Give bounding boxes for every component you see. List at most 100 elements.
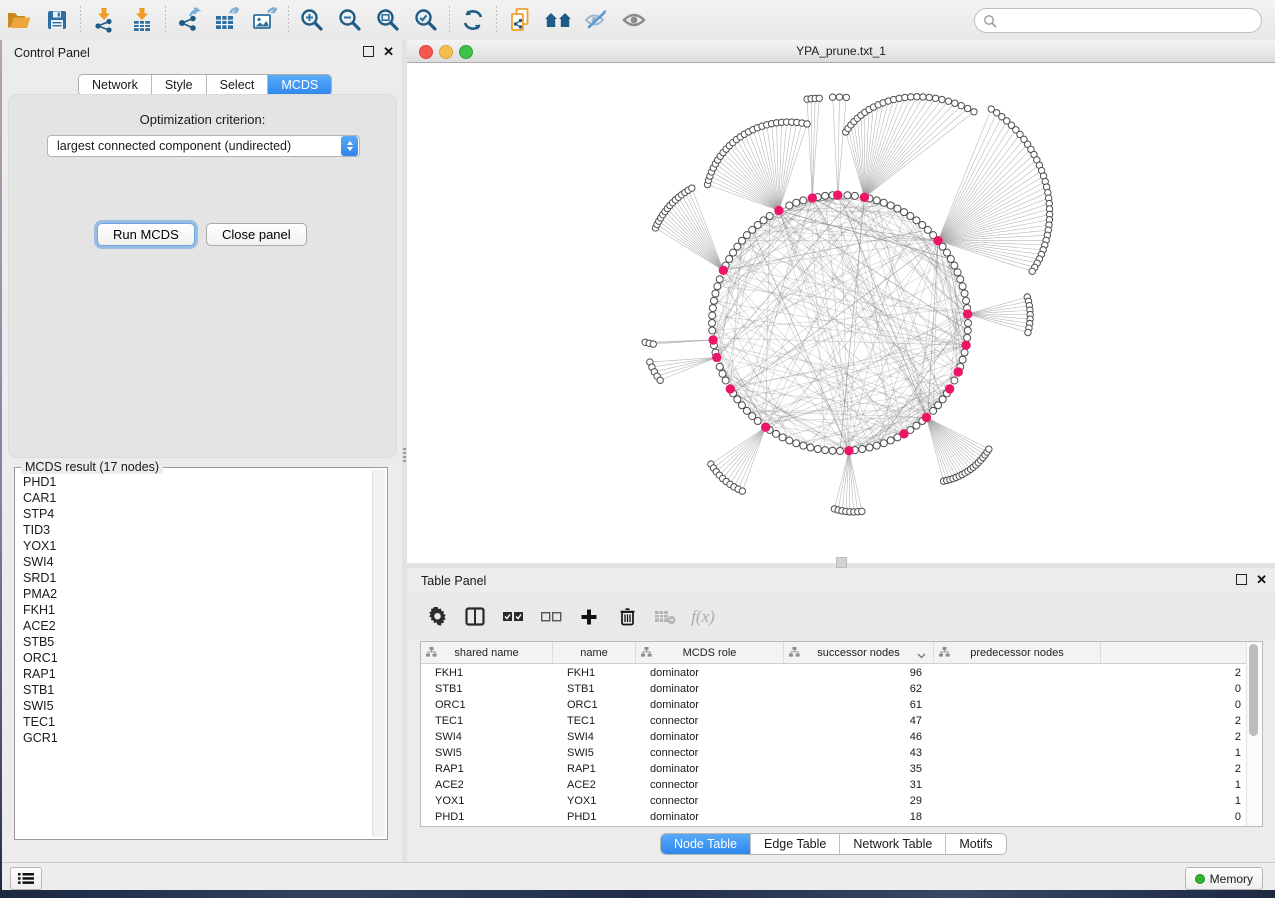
table-cell: dominator [636, 761, 784, 777]
show-all-icon[interactable] [615, 4, 653, 36]
column-header[interactable]: name [553, 642, 636, 663]
tab-select[interactable]: Select [207, 75, 269, 95]
export-network-icon[interactable] [170, 4, 208, 36]
table-cell: dominator [636, 809, 784, 825]
mcds-result-item[interactable]: TEC1 [23, 714, 371, 730]
table-cell: STB1 [553, 681, 636, 697]
first-neighbors-icon[interactable] [539, 4, 577, 36]
table-row[interactable]: YOX1YOX1connector291 [421, 793, 1249, 809]
table-cell: SWI5 [421, 745, 553, 761]
table-cell: dominator [636, 665, 784, 681]
split-view-icon[interactable] [461, 603, 489, 631]
close-panel-icon[interactable]: ✕ [1256, 575, 1267, 584]
float-panel-icon[interactable] [1236, 574, 1247, 585]
search-field[interactable] [974, 8, 1262, 33]
column-header[interactable]: successor nodes [784, 642, 934, 663]
function-builder-icon[interactable]: f(x) [689, 603, 717, 631]
delete-column-icon[interactable] [613, 603, 641, 631]
deselect-all-checkboxes-icon[interactable] [537, 603, 565, 631]
hide-selected-icon[interactable] [577, 4, 615, 36]
mcds-result-item[interactable]: RAP1 [23, 666, 371, 682]
mcds-result-item[interactable]: SWI4 [23, 554, 371, 570]
mcds-result-item[interactable]: STB1 [23, 682, 371, 698]
table-header-row: shared namenameMCDS rolesuccessor nodesp… [421, 642, 1249, 664]
table-cell: RAP1 [553, 761, 636, 777]
mcds-result-item[interactable]: STP4 [23, 506, 371, 522]
mcds-result-item[interactable]: STB5 [23, 634, 371, 650]
save-session-icon[interactable] [38, 4, 76, 36]
table-cell: SWI5 [553, 745, 636, 761]
mcds-result-item[interactable]: FKH1 [23, 602, 371, 618]
table-cell: connector [636, 713, 784, 729]
import-table-icon[interactable] [123, 4, 161, 36]
zoom-fit-icon[interactable] [369, 4, 407, 36]
search-icon [983, 14, 997, 28]
table-cell: 0 [934, 681, 1249, 697]
import-network-icon[interactable] [85, 4, 123, 36]
delete-table-icon[interactable] [651, 603, 679, 631]
close-panel-icon[interactable]: ✕ [383, 47, 394, 56]
mcds-result-item[interactable]: PMA2 [23, 586, 371, 602]
zoom-selected-icon[interactable] [407, 4, 445, 36]
settings-icon[interactable] [423, 603, 451, 631]
table-cell: 35 [784, 761, 934, 777]
run-mcds-button[interactable]: Run MCDS [97, 223, 195, 246]
mcds-result-item[interactable]: YOX1 [23, 538, 371, 554]
select-all-checkboxes-icon[interactable] [499, 603, 527, 631]
column-header[interactable]: shared name [421, 642, 553, 663]
open-file-icon[interactable] [0, 4, 38, 36]
column-header[interactable]: MCDS role [636, 642, 784, 663]
add-column-icon[interactable] [575, 603, 603, 631]
table-row[interactable]: ORC1ORC1dominator610 [421, 697, 1249, 713]
list-icon [18, 872, 34, 885]
network-titlebar[interactable]: YPA_prune.txt_1 [407, 40, 1275, 63]
memory-label: Memory [1210, 872, 1253, 886]
tab-edge-table[interactable]: Edge Table [751, 834, 840, 854]
search-input[interactable] [997, 13, 1261, 29]
tab-network-table[interactable]: Network Table [840, 834, 946, 854]
tab-motifs[interactable]: Motifs [946, 834, 1005, 854]
table-row[interactable]: ACE2ACE2connector311 [421, 777, 1249, 793]
table-scrollbar-thumb[interactable] [1249, 644, 1258, 736]
criterion-select[interactable]: largest connected component (undirected) [47, 135, 360, 157]
mcds-result-item[interactable]: PHD1 [23, 474, 371, 490]
mcds-result-item[interactable]: ACE2 [23, 618, 371, 634]
table-row[interactable]: RAP1RAP1dominator352 [421, 761, 1249, 777]
table-row[interactable]: SWI4SWI4dominator462 [421, 729, 1249, 745]
mcds-result-item[interactable]: GCR1 [23, 730, 371, 746]
show-panels-button[interactable] [10, 867, 42, 890]
table-cell: RAP1 [421, 761, 553, 777]
mcds-result-item[interactable]: SRD1 [23, 570, 371, 586]
export-image-icon[interactable] [246, 4, 284, 36]
mcds-result-item[interactable]: ORC1 [23, 650, 371, 666]
tab-mcds[interactable]: MCDS [268, 75, 331, 95]
table-tabs: Node TableEdge TableNetwork TableMotifs [660, 833, 1007, 855]
close-panel-button[interactable]: Close panel [206, 223, 307, 246]
mcds-result-scrollbar[interactable] [372, 470, 385, 837]
mcds-result-item[interactable]: CAR1 [23, 490, 371, 506]
mcds-result-item[interactable]: SWI5 [23, 698, 371, 714]
column-header[interactable]: predecessor nodes [934, 642, 1101, 663]
refresh-layout-icon[interactable] [454, 4, 492, 36]
zoom-out-icon[interactable] [331, 4, 369, 36]
table-cell: 62 [784, 681, 934, 697]
export-table-icon[interactable] [208, 4, 246, 36]
network-graph [407, 63, 1275, 563]
toolbar-separator [80, 6, 81, 34]
mcds-result-item[interactable]: TID3 [23, 522, 371, 538]
table-row[interactable]: SWI5SWI5connector431 [421, 745, 1249, 761]
table-row[interactable]: FKH1FKH1dominator962 [421, 665, 1249, 681]
tab-style[interactable]: Style [152, 75, 207, 95]
tab-node-table[interactable]: Node Table [661, 834, 751, 854]
table-panel-title: Table Panel [421, 574, 486, 588]
float-panel-icon[interactable] [363, 46, 374, 57]
table-row[interactable]: PHD1PHD1dominator180 [421, 809, 1249, 825]
table-row[interactable]: TEC1TEC1connector472 [421, 713, 1249, 729]
zoom-in-icon[interactable] [293, 4, 331, 36]
memory-button[interactable]: Memory [1185, 867, 1263, 890]
table-row[interactable]: STB1STB1dominator620 [421, 681, 1249, 697]
table-scrollbar[interactable] [1246, 642, 1262, 826]
network-canvas[interactable] [407, 63, 1275, 563]
clone-network-icon[interactable] [501, 4, 539, 36]
tab-network[interactable]: Network [79, 75, 152, 95]
